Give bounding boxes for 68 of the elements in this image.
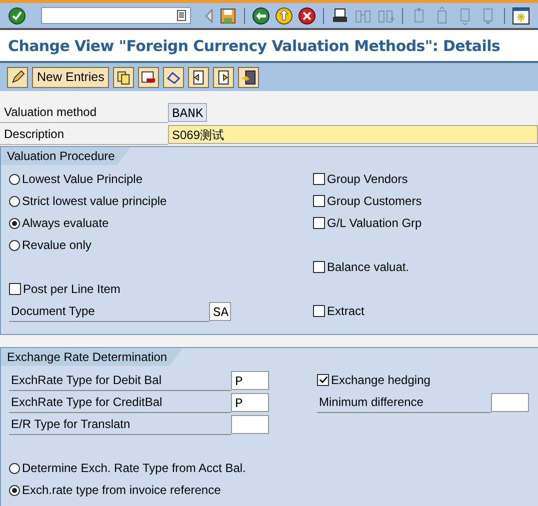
checkbox[interactable] — [313, 305, 325, 317]
copy-icon — [116, 70, 132, 84]
new-entries-button[interactable]: New Entries — [32, 66, 110, 88]
layout-icon[interactable] — [512, 6, 530, 24]
radio-button[interactable] — [9, 484, 20, 496]
field-label: ExchRate Type for Debit Bal — [9, 370, 231, 390]
checkbox[interactable] — [313, 173, 325, 185]
input-field[interactable] — [491, 392, 529, 412]
group-title: Valuation Procedure — [1, 147, 131, 165]
field-label: ExchRate Type for CreditBal — [9, 392, 231, 412]
checkbox[interactable] — [9, 283, 21, 295]
checkbox[interactable] — [313, 195, 325, 207]
input-field[interactable]: S069测试 — [168, 125, 538, 144]
enter-icon[interactable] — [8, 6, 26, 24]
dropdown-icon[interactable] — [177, 10, 186, 21]
field-label: E/R Type for Translatn — [9, 414, 231, 434]
pencil-icon — [10, 70, 25, 84]
input-field[interactable]: P — [231, 370, 269, 390]
radio-label: Always evaluate — [22, 216, 109, 230]
radio-label: Strict lowest value principle — [22, 194, 167, 208]
next-entry-button[interactable] — [213, 66, 234, 88]
exit-icon[interactable] — [275, 6, 293, 24]
command-field[interactable] — [41, 7, 191, 24]
triangle-left-icon[interactable] — [204, 6, 214, 24]
checkbox[interactable] — [313, 261, 325, 273]
radio-label: Lowest Value Principle — [22, 172, 143, 186]
screen-title: Change View "Foreign Currency Valuation Methods": Details — [8, 36, 500, 54]
previous-entry-button[interactable] — [188, 66, 210, 88]
input-field[interactable] — [231, 414, 269, 434]
key-field: BANK — [168, 103, 208, 122]
other-entry-icon — [241, 70, 256, 84]
checkbox-label: Balance valuat. — [327, 260, 410, 274]
print-icon[interactable] — [331, 6, 349, 24]
field-label: Valuation method — [0, 102, 168, 123]
radio-button[interactable] — [9, 240, 20, 250]
save-icon[interactable] — [219, 6, 237, 24]
checkbox-label: Group Customers — [327, 194, 422, 208]
undo-button[interactable] — [163, 66, 184, 88]
group-title: Exchange Rate Determination — [1, 348, 184, 366]
input-field[interactable]: P — [231, 392, 269, 412]
checkbox-label: Extract — [327, 304, 364, 318]
radio-button[interactable] — [9, 218, 20, 228]
radio-button[interactable] — [9, 462, 20, 474]
checkbox[interactable] — [317, 374, 329, 386]
copy-button[interactable] — [113, 66, 134, 88]
checkbox[interactable] — [313, 217, 325, 229]
radio-label: Revalue only — [22, 238, 92, 252]
undo-arrow-icon — [166, 70, 182, 84]
checkbox-label: Exchange hedging — [331, 373, 430, 387]
checkbox-label: Group Vendors — [327, 172, 408, 186]
field-label: Minimum difference — [317, 392, 491, 412]
radio-button[interactable] — [9, 196, 20, 206]
field-label: Document Type — [9, 300, 209, 322]
cancel-icon[interactable] — [298, 6, 316, 24]
edit-button[interactable] — [7, 66, 28, 88]
checkbox-label: Post per Line Item — [23, 282, 120, 296]
previous-entry-icon — [191, 70, 206, 84]
other-entry-button[interactable] — [238, 66, 260, 88]
field-label: Description — [0, 124, 168, 145]
radio-button[interactable] — [9, 174, 20, 184]
delete-button[interactable] — [138, 66, 160, 88]
next-entry-icon — [216, 70, 232, 84]
input-field[interactable]: SA — [209, 302, 231, 320]
delete-icon — [141, 70, 156, 84]
back-icon[interactable] — [252, 6, 270, 24]
checkbox-label: G/L Valuation Grp — [327, 216, 422, 230]
radio-label: Determine Exch. Rate Type from Acct Bal. — [22, 461, 246, 475]
radio-label: Exch.rate type from invoice reference — [22, 483, 221, 497]
